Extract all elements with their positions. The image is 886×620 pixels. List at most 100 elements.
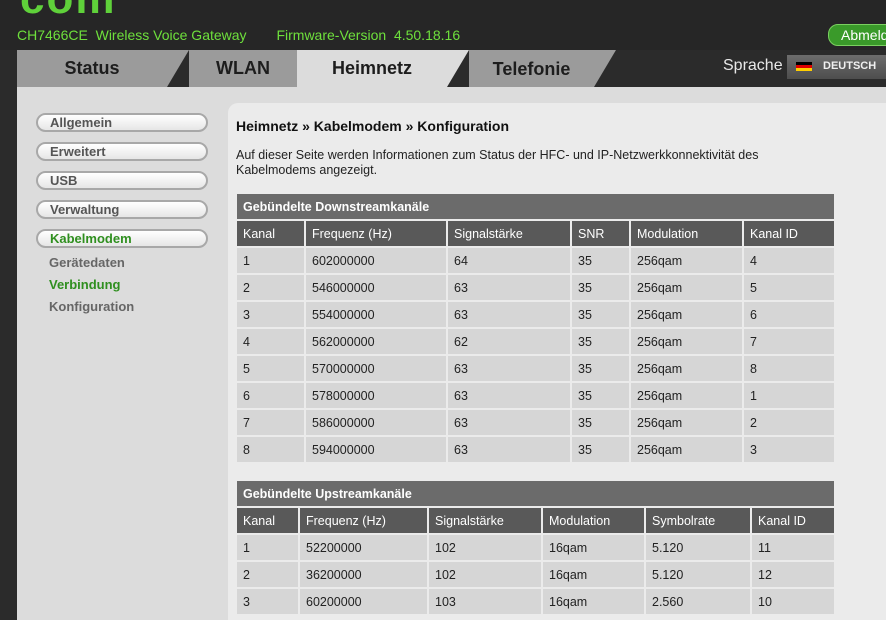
table-cell: 256qam	[629, 300, 742, 327]
table-column-header: Frequenz (Hz)	[298, 506, 427, 533]
table-column-header: Kanal	[237, 506, 298, 533]
table-cell: 64	[446, 246, 570, 273]
table-cell: 256qam	[629, 408, 742, 435]
brand-logo: com	[20, 0, 116, 24]
table-cell: 11	[750, 533, 834, 560]
table-cell: 3	[742, 435, 834, 462]
table-column-header: Kanal ID	[742, 219, 834, 246]
tab-label: WLAN	[216, 58, 270, 78]
table-cell: 35	[570, 327, 629, 354]
table-cell: 102	[427, 533, 541, 560]
table-row: 4 562000000 62 35 256qam 7	[237, 327, 834, 354]
table-cell: 12	[750, 560, 834, 587]
table-cell: 35	[570, 246, 629, 273]
table-cell: 256qam	[629, 354, 742, 381]
table-cell: 36200000	[298, 560, 427, 587]
tab-telefonie[interactable]: Telefonie	[469, 50, 616, 87]
language-value: DEUTSCH	[823, 60, 877, 72]
top-header: com CH7466CE Wireless Voice Gateway Firm…	[0, 0, 886, 50]
table-row: 5 570000000 63 35 256qam 8	[237, 354, 834, 381]
table-cell: 35	[570, 381, 629, 408]
table-cell: 63	[446, 300, 570, 327]
table-row: 3 60200000 103 16qam 2.560 10	[237, 587, 834, 614]
table-cell: 7	[237, 408, 304, 435]
table-row: 7 586000000 63 35 256qam 2	[237, 408, 834, 435]
table-cell: 10	[750, 587, 834, 614]
breadcrumb: Heimnetz » Kabelmodem » Konfiguration	[236, 118, 510, 134]
table-cell: 60200000	[298, 587, 427, 614]
table-cell: 16qam	[541, 533, 644, 560]
table-cell: 594000000	[304, 435, 446, 462]
tab-label: Heimnetz	[331, 58, 412, 78]
table-row: 2 546000000 63 35 256qam 5	[237, 273, 834, 300]
table-cell: 2	[237, 560, 298, 587]
tab-heimnetz[interactable]: Heimnetz	[297, 50, 469, 87]
table-cell: 562000000	[304, 327, 446, 354]
table-cell: 63	[446, 273, 570, 300]
tab-wlan[interactable]: WLAN	[189, 50, 297, 87]
table-cell: 554000000	[304, 300, 446, 327]
table-cell: 35	[570, 408, 629, 435]
table-cell: 256qam	[629, 246, 742, 273]
tab-status[interactable]: Status	[17, 50, 189, 87]
table-cell: 63	[446, 435, 570, 462]
sidebar-item-allgemein[interactable]: Allgemein	[36, 113, 208, 132]
table-cell: 2	[742, 408, 834, 435]
table-cell: 578000000	[304, 381, 446, 408]
logout-button[interactable]: Abmeld	[828, 24, 886, 46]
table-cell: 8	[742, 354, 834, 381]
sidebar-item-usb[interactable]: USB	[36, 171, 208, 190]
table-row: 1 52200000 102 16qam 5.120 11	[237, 533, 834, 560]
sidebar-item-verwaltung[interactable]: Verwaltung	[36, 200, 208, 219]
sidebar-item-erweitert[interactable]: Erweitert	[36, 142, 208, 161]
table-cell: 256qam	[629, 327, 742, 354]
sidebar-item-kabelmodem[interactable]: Kabelmodem	[36, 229, 208, 248]
table-cell: 7	[742, 327, 834, 354]
table-cell: 2	[237, 273, 304, 300]
table-cell: 3	[237, 300, 304, 327]
upstream-table: Gebündelte Upstreamkanäle Kanal Frequenz …	[237, 481, 834, 614]
table-column-header: Kanal ID	[750, 506, 834, 533]
table-cell: 6	[742, 300, 834, 327]
table-cell: 35	[570, 273, 629, 300]
table-column-header: SNR	[570, 219, 629, 246]
table-cell: 35	[570, 435, 629, 462]
table-cell: 63	[446, 408, 570, 435]
table-cell: 4	[742, 246, 834, 273]
table-row: 1 602000000 64 35 256qam 4	[237, 246, 834, 273]
table-cell: 52200000	[298, 533, 427, 560]
table-cell: 602000000	[304, 246, 446, 273]
table-cell: 570000000	[304, 354, 446, 381]
table-cell: 102	[427, 560, 541, 587]
language-label: Sprache	[723, 57, 783, 74]
tab-label: Telefonie	[492, 59, 571, 79]
table-cell: 586000000	[304, 408, 446, 435]
sidebar-subitem-geraetedaten[interactable]: Gerätedaten	[49, 255, 125, 270]
table-column-header: Kanal	[237, 219, 304, 246]
device-info: CH7466CE Wireless Voice Gateway Firmware…	[17, 27, 460, 43]
table-cell: 103	[427, 587, 541, 614]
page-description: Auf dieser Seite werden Informationen zu…	[236, 148, 759, 177]
downstream-table: Gebündelte Downstreamkanäle Kanal Frequen…	[237, 194, 834, 462]
table-cell: 35	[570, 354, 629, 381]
sidebar-subitem-konfiguration[interactable]: Konfiguration	[49, 299, 134, 314]
table-cell: 5.120	[644, 560, 750, 587]
firmware-version: 4.50.18.16	[393, 27, 461, 43]
table-column-header: Signalstärke	[427, 506, 541, 533]
firmware-label: Firmware-Version	[276, 27, 387, 43]
table-column-header: Frequenz (Hz)	[304, 219, 446, 246]
table-cell: 256qam	[629, 435, 742, 462]
table-row: 6 578000000 63 35 256qam 1	[237, 381, 834, 408]
table-cell: 256qam	[629, 381, 742, 408]
sidebar-subitem-verbindung[interactable]: Verbindung	[49, 277, 121, 292]
table-cell: 4	[237, 327, 304, 354]
table-cell: 546000000	[304, 273, 446, 300]
table-cell: 63	[446, 354, 570, 381]
german-flag-icon	[796, 61, 812, 71]
table-cell: 6	[237, 381, 304, 408]
table-column-header: Modulation	[629, 219, 742, 246]
table-cell: 16qam	[541, 587, 644, 614]
language-select[interactable]: DEUTSCH	[787, 55, 886, 79]
table-cell: 1	[742, 381, 834, 408]
table-cell: 8	[237, 435, 304, 462]
